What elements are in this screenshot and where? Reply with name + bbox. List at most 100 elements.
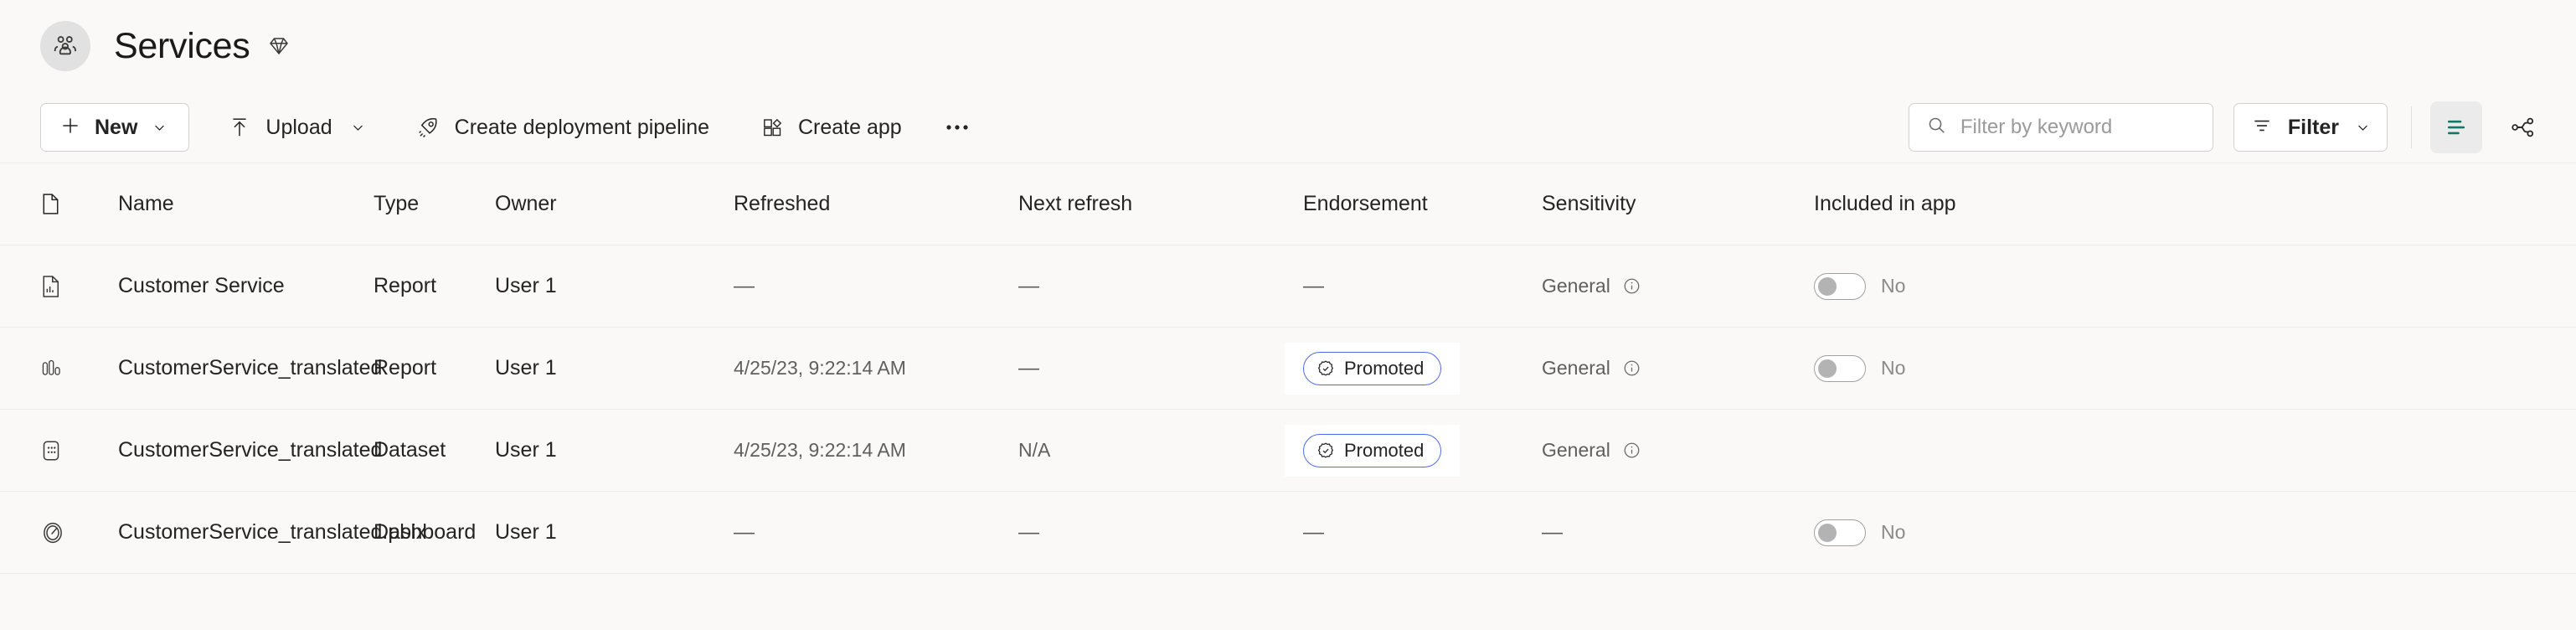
search-box[interactable] xyxy=(1908,103,2213,152)
row-refreshed: — xyxy=(734,276,1018,297)
row-name[interactable]: Customer Service xyxy=(80,274,374,298)
list-view-icon xyxy=(2447,120,2465,135)
row-sensitivity-value: General xyxy=(1542,439,1610,461)
row-included-in-app: No xyxy=(1814,519,2082,546)
included-in-app-toggle[interactable] xyxy=(1814,354,1866,382)
report-page-icon xyxy=(43,275,59,297)
info-icon xyxy=(1624,360,1640,376)
sensitivity-info-icon[interactable] xyxy=(1622,441,1641,460)
row-endorsement: — xyxy=(1303,522,1542,543)
workspace-page: Services New Upload Create deployment pi… xyxy=(0,0,2576,630)
table-row[interactable]: CustomerService_translated.pbix Dashboard… xyxy=(0,492,2576,574)
status-badge[interactable]: Promoted xyxy=(1303,433,1442,467)
upload-button[interactable]: Upload xyxy=(214,103,378,152)
included-in-app-label: No xyxy=(1881,275,1906,297)
lineage-icon xyxy=(2512,117,2534,137)
search-icon xyxy=(1926,115,1947,140)
items-table: Name Type Owner Refreshed Next refresh E… xyxy=(0,163,2576,574)
row-refreshed: 4/25/23, 9:22:14 AM xyxy=(734,439,906,461)
list-view-button[interactable] xyxy=(2430,101,2482,153)
chevron-down-icon xyxy=(152,121,167,135)
column-header-included-in-app[interactable]: Included in app xyxy=(1814,192,2082,216)
row-next-refresh: — xyxy=(1018,276,1303,297)
row-sensitivity-value: — xyxy=(1542,520,1563,544)
upload-button-label: Upload xyxy=(265,115,332,139)
filter-lines-icon xyxy=(2251,115,2273,141)
column-header-owner[interactable]: Owner xyxy=(495,192,734,216)
row-name[interactable]: CustomerService_translated.pbix xyxy=(80,520,426,545)
row-owner: User 1 xyxy=(495,438,557,462)
included-in-app-toggle[interactable] xyxy=(1814,519,1866,546)
status-badge[interactable]: Promoted xyxy=(1303,351,1442,385)
diamond-icon xyxy=(266,34,291,59)
workspace-avatar xyxy=(40,21,90,71)
row-type-icon xyxy=(40,358,80,380)
info-icon xyxy=(1624,442,1640,458)
row-type: Report xyxy=(374,274,437,297)
create-app-button-label: Create app xyxy=(798,115,902,139)
row-refreshed: 4/25/23, 9:22:14 AM xyxy=(734,357,906,379)
row-sensitivity: — xyxy=(1542,522,1814,543)
app-grid-icon xyxy=(761,116,784,139)
new-button[interactable]: New xyxy=(40,103,190,152)
row-refreshed-value: — xyxy=(734,274,755,297)
endorsement-badge-wrapper: Promoted xyxy=(1285,342,1461,395)
row-sensitivity-value: General xyxy=(1542,357,1610,379)
row-type: Dataset xyxy=(374,438,446,462)
toggle-knob xyxy=(1818,276,1837,296)
table-row[interactable]: CustomerService_translated Report User 1 4/… xyxy=(0,328,2576,410)
row-next-refresh-value: — xyxy=(1018,520,1039,544)
included-in-app-label: No xyxy=(1881,357,1906,379)
row-type-icon xyxy=(40,274,80,299)
toolbar-left-group: New Upload Create deployment pipeline Cr… xyxy=(40,92,981,163)
bar-chart-report-icon xyxy=(42,359,60,375)
people-group-icon xyxy=(54,36,76,55)
row-name[interactable]: CustomerService_translated xyxy=(80,356,382,380)
filter-button[interactable]: Filter xyxy=(2233,103,2388,152)
sensitivity-info-icon[interactable] xyxy=(1622,359,1641,378)
column-header-next-refresh[interactable]: Next refresh xyxy=(1018,192,1303,216)
row-refreshed-value: — xyxy=(734,520,755,544)
row-sensitivity: General xyxy=(1542,275,1814,297)
lineage-view-button[interactable] xyxy=(2497,101,2549,153)
column-header-name[interactable]: Name xyxy=(80,192,374,216)
more-options-button[interactable] xyxy=(934,103,981,152)
row-endorsement: Promoted xyxy=(1285,342,1542,395)
row-type: Dashboard xyxy=(374,520,477,544)
page-header: Services xyxy=(0,0,2576,92)
search-input[interactable] xyxy=(1960,116,2201,139)
toolbar-divider xyxy=(2411,106,2412,148)
column-header-endorsement[interactable]: Endorsement xyxy=(1303,192,1542,216)
row-sensitivity: General xyxy=(1542,357,1814,380)
row-next-refresh-value: — xyxy=(1018,274,1039,297)
table-row[interactable]: Customer Service Report User 1 — — — General No xyxy=(0,245,2576,328)
table-row[interactable]: CustomerService_translated Dataset User 1 4… xyxy=(0,410,2576,492)
page-title: Services xyxy=(114,25,250,66)
dashboard-gauge-icon xyxy=(44,522,62,543)
filter-button-label: Filter xyxy=(2287,115,2339,139)
row-next-refresh: — xyxy=(1018,358,1303,379)
row-included-in-app: No xyxy=(1814,272,2082,300)
column-header-refreshed[interactable]: Refreshed xyxy=(734,192,1018,216)
create-app-button[interactable]: Create app xyxy=(748,103,915,152)
column-header-icon[interactable] xyxy=(40,192,80,216)
row-owner: User 1 xyxy=(495,520,557,544)
upload-arrow-icon xyxy=(228,116,251,139)
create-deployment-pipeline-label: Create deployment pipeline xyxy=(454,115,709,139)
included-in-app-toggle[interactable] xyxy=(1814,272,1866,300)
row-next-refresh: — xyxy=(1018,522,1303,543)
promoted-badge-icon xyxy=(1317,442,1334,458)
included-in-app-label: No xyxy=(1881,521,1906,543)
column-header-sensitivity[interactable]: Sensitivity xyxy=(1542,192,1814,216)
row-included-in-app: No xyxy=(1814,354,2082,382)
row-name[interactable]: CustomerService_translated xyxy=(80,438,382,462)
row-owner: User 1 xyxy=(495,356,557,380)
column-header-type[interactable]: Type xyxy=(374,192,495,216)
rocket-icon xyxy=(417,116,440,139)
sensitivity-info-icon[interactable] xyxy=(1622,276,1641,296)
plus-icon xyxy=(59,115,81,141)
row-endorsement: Promoted xyxy=(1285,424,1542,477)
row-endorsement-value: — xyxy=(1303,520,1324,544)
more-horizontal-icon xyxy=(945,123,969,132)
create-deployment-pipeline-button[interactable]: Create deployment pipeline xyxy=(404,103,723,152)
